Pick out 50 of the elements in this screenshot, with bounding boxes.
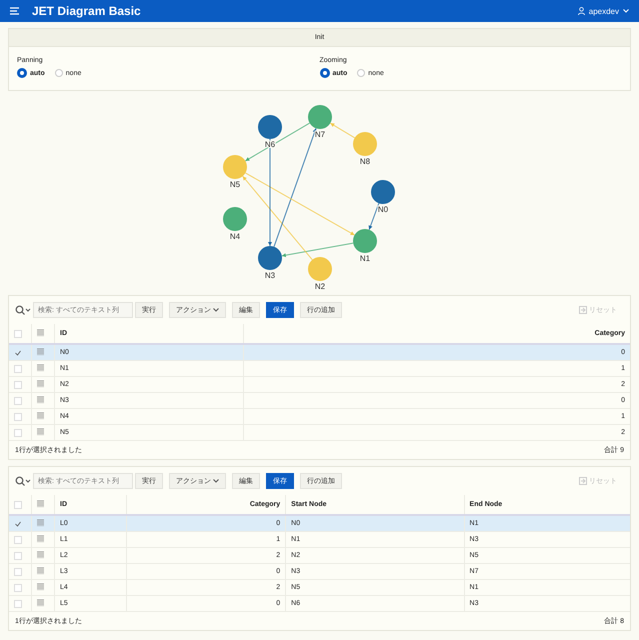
row-menu-icon[interactable]	[37, 583, 44, 590]
row-menu-icon[interactable]	[37, 551, 44, 558]
user-icon[interactable]	[578, 7, 585, 15]
diagram-node[interactable]	[258, 115, 282, 139]
diagram-node[interactable]	[258, 246, 282, 270]
node-label: N2	[314, 282, 325, 291]
node-label: N0	[377, 205, 388, 214]
diagram-node[interactable]	[352, 229, 376, 253]
row-menu-icon[interactable]	[37, 428, 44, 435]
node-label: N1	[359, 254, 370, 263]
menu-icon[interactable]	[10, 7, 20, 15]
select-all-checkbox[interactable]	[14, 330, 22, 338]
row-menu-icon[interactable]	[37, 380, 44, 387]
user-menu[interactable]: apexdev	[588, 6, 619, 16]
row-menu-icon[interactable]	[37, 567, 44, 574]
row-menu-icon[interactable]	[37, 500, 44, 507]
diagram-node[interactable]	[308, 105, 332, 129]
link-arrow	[368, 202, 379, 230]
node-label: N7	[314, 130, 325, 139]
reset-icon	[579, 306, 587, 314]
diagram-node[interactable]	[308, 257, 332, 281]
node-label: N4	[229, 232, 240, 241]
diagram-node[interactable]	[352, 132, 376, 156]
node-label: N3	[264, 271, 275, 280]
row-menu-icon[interactable]	[37, 519, 44, 526]
diagram-node[interactable]	[370, 180, 394, 204]
row-menu-icon[interactable]	[37, 535, 44, 542]
row-menu-icon[interactable]	[37, 348, 44, 355]
row-checkbox[interactable]	[14, 520, 22, 528]
search-icon[interactable]	[15, 476, 31, 486]
select-all-checkbox[interactable]	[14, 500, 22, 508]
row-menu-icon[interactable]	[37, 364, 44, 371]
caret-icon	[213, 308, 219, 312]
row-menu-icon[interactable]	[37, 329, 44, 336]
row-checkbox[interactable]	[14, 348, 22, 356]
radio-icon[interactable]	[320, 68, 330, 78]
link-arrow	[329, 122, 355, 138]
node-label: N8	[359, 157, 370, 166]
caret-icon	[213, 479, 219, 483]
row-menu-icon[interactable]	[37, 599, 44, 606]
app-title: JET Diagram Basic	[32, 4, 142, 18]
node-label: N5	[229, 180, 240, 189]
row-menu-icon[interactable]	[37, 412, 44, 419]
row-menu-icon[interactable]	[37, 396, 44, 403]
radio-icon[interactable]	[17, 68, 27, 78]
caret-icon[interactable]	[623, 9, 629, 13]
diagram-node[interactable]	[222, 155, 246, 179]
reset-icon	[579, 477, 587, 485]
search-icon[interactable]	[15, 305, 31, 315]
diagram-node[interactable]	[222, 207, 246, 231]
